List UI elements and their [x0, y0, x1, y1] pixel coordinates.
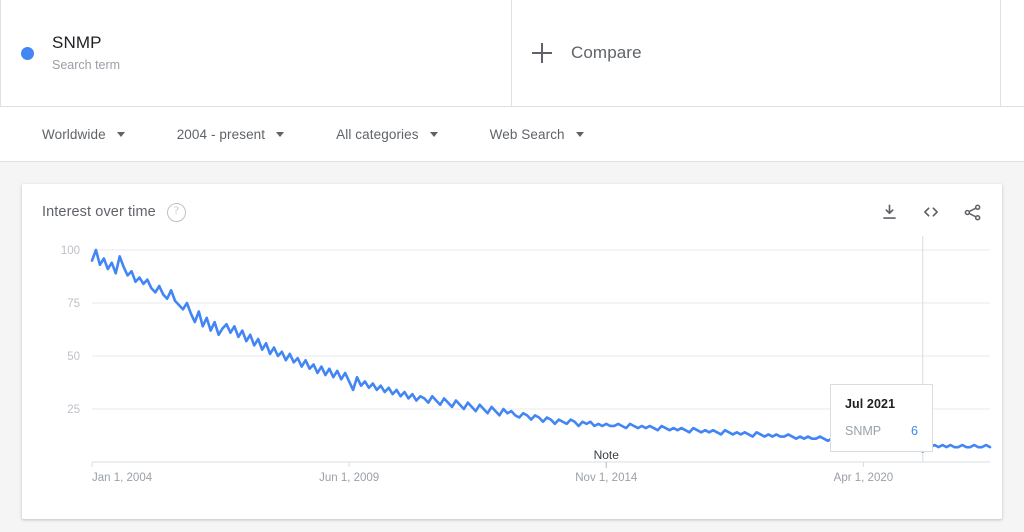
- chart-area: 25 50 75 100 Jan 1, 2004 Jun 1, 2009 Nov 1, 20…: [22, 236, 1002, 498]
- card-container: Interest over time ? 25 50 75 100 Jan 1,…: [0, 162, 1024, 519]
- filter-time-range[interactable]: 2004 - present: [176, 126, 285, 142]
- search-term-texts: SNMP Search term: [52, 32, 120, 75]
- svg-text:Note: Note: [594, 448, 620, 462]
- tooltip-date: Jul 2021: [845, 397, 896, 411]
- chevron-down-icon: [575, 131, 584, 137]
- filter-time-range-label: 2004 - present: [176, 126, 266, 142]
- svg-text:Jun 1, 2009: Jun 1, 2009: [319, 472, 379, 484]
- interest-over-time-card: Interest over time ? 25 50 75 100 Jan 1,…: [22, 184, 1002, 519]
- svg-text:Nov 1, 2014: Nov 1, 2014: [575, 472, 638, 484]
- compare-label: Compare: [571, 43, 642, 62]
- tooltip-row: SNMP 6: [845, 424, 918, 438]
- embed-icon[interactable]: [921, 202, 941, 222]
- plus-icon: [532, 43, 552, 63]
- chart-tooltip: Jul 2021 SNMP 6: [830, 384, 933, 452]
- filter-location[interactable]: Worldwide: [42, 127, 125, 142]
- page-title: Interest over time: [42, 204, 156, 220]
- svg-text:25: 25: [67, 404, 80, 416]
- svg-text:Jan 1, 2004: Jan 1, 2004: [92, 472, 153, 484]
- add-compare-button[interactable]: Compare: [532, 43, 642, 63]
- filter-category[interactable]: All categories: [336, 126, 438, 142]
- filter-category-label: All categories: [336, 126, 419, 142]
- search-term-name: SNMP: [52, 32, 102, 52]
- svg-text:100: 100: [61, 245, 80, 257]
- card-title-row: Interest over time ?: [42, 202, 186, 222]
- search-term-card[interactable]: SNMP Search term: [0, 0, 511, 106]
- chevron-down-icon: [276, 131, 285, 137]
- search-terms-bar: SNMP Search term Compare: [0, 0, 1024, 107]
- compare-card[interactable]: Compare: [511, 0, 1001, 106]
- tooltip-series-name: SNMP: [845, 424, 882, 438]
- filter-search-type-label: Web Search: [489, 126, 565, 142]
- chevron-down-icon: [116, 131, 125, 137]
- filter-location-label: Worldwide: [42, 126, 106, 142]
- svg-text:50: 50: [67, 351, 80, 363]
- filter-search-type[interactable]: Web Search: [490, 127, 584, 142]
- card-header: Interest over time ?: [22, 184, 1002, 222]
- interest-over-time-chart[interactable]: 25 50 75 100 Jan 1, 2004 Jun 1, 2009 Nov 1, 20…: [22, 236, 1000, 498]
- search-term-type: Search term: [52, 57, 121, 72]
- download-icon[interactable]: [880, 203, 899, 222]
- svg-text:75: 75: [67, 298, 80, 310]
- svg-text:Apr 1, 2020: Apr 1, 2020: [834, 472, 893, 484]
- help-circle-icon[interactable]: ?: [166, 202, 186, 222]
- share-icon[interactable]: [963, 203, 982, 222]
- chevron-down-icon: [429, 131, 438, 137]
- filters-bar: Worldwide 2004 - present All categories …: [0, 107, 1024, 162]
- card-actions: [858, 202, 982, 222]
- series-color-dot: [21, 46, 34, 60]
- tooltip-value: 6: [911, 424, 918, 438]
